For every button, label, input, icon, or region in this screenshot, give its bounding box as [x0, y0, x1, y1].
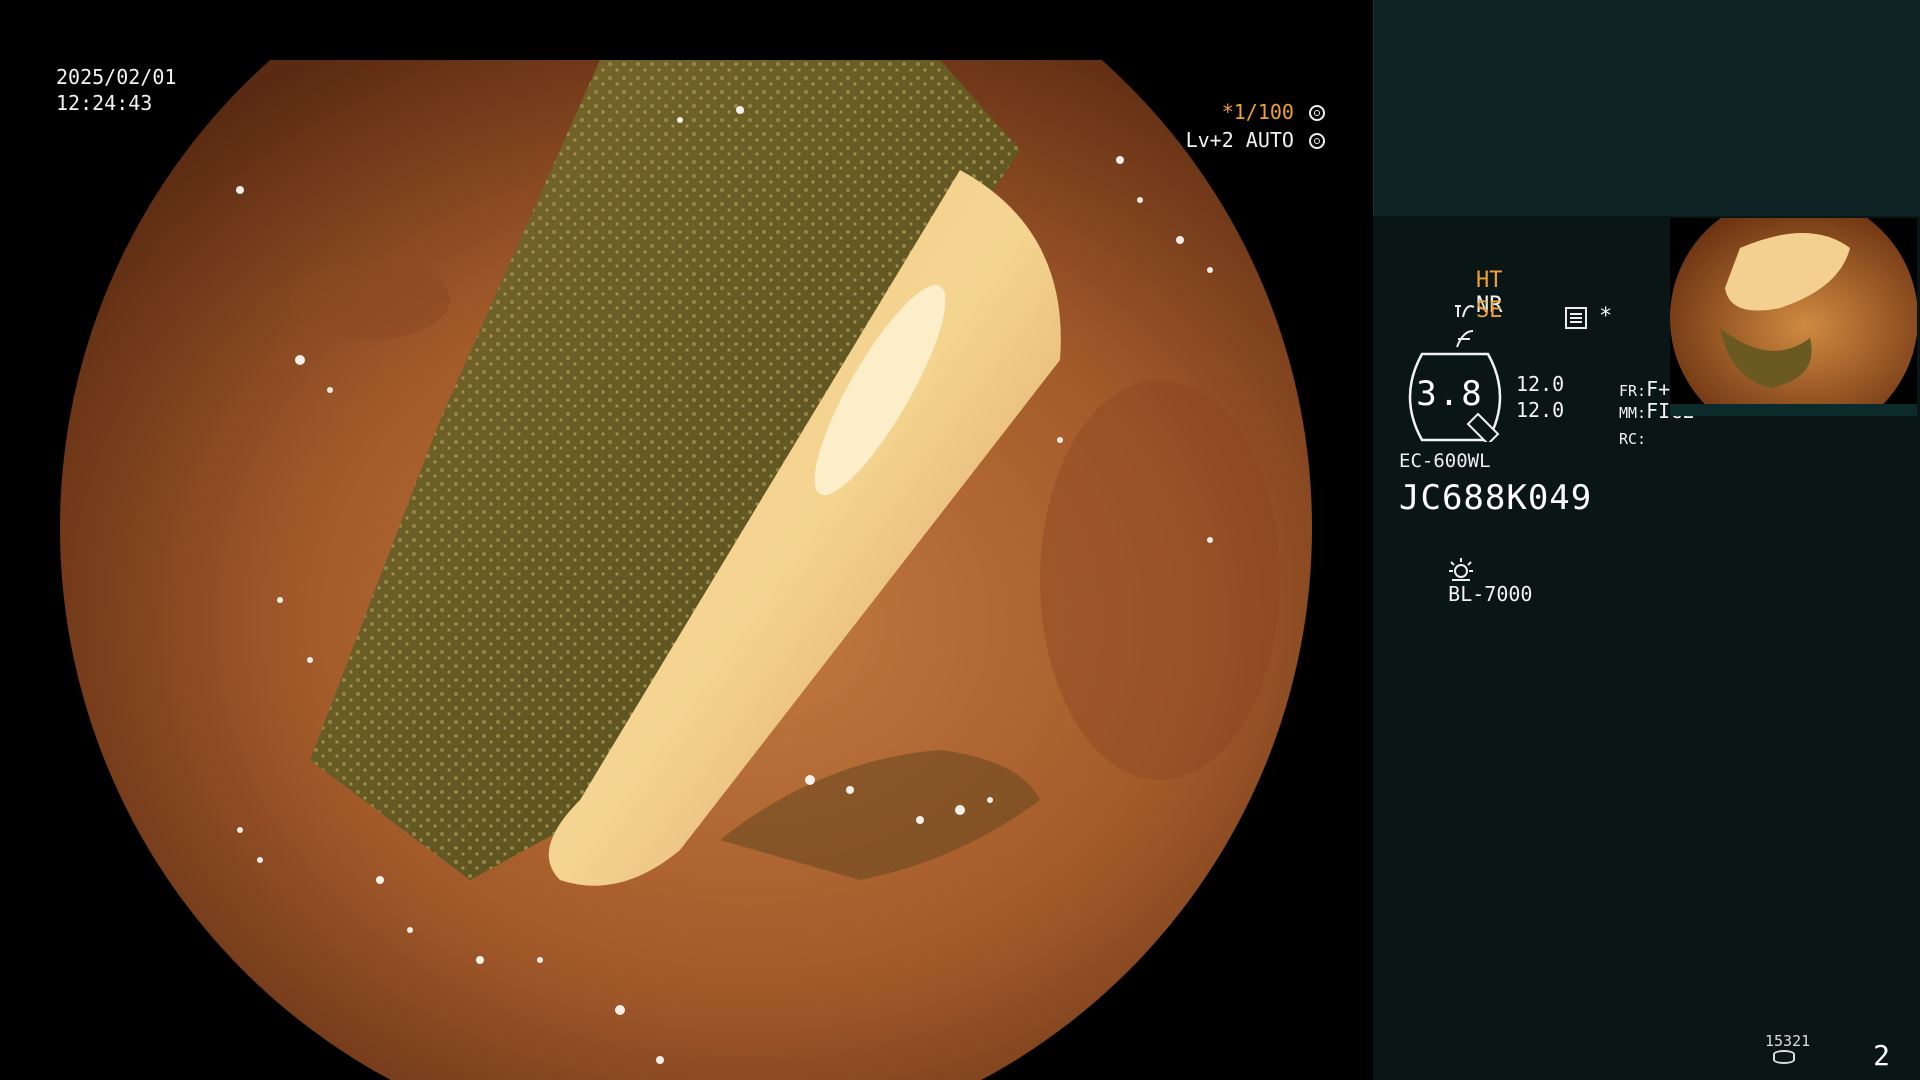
date-text: 2025/02/01: [56, 65, 177, 89]
shutter-gear-icon: [1309, 105, 1325, 121]
light-source-model: BL-7000: [1448, 582, 1533, 606]
page-number: 2: [1873, 1039, 1890, 1072]
time-text: 12:24:43: [56, 91, 153, 115]
auto-iris-icon: [1309, 133, 1325, 149]
zoom-gauge: 3.8: [1400, 352, 1512, 446]
zoom-value: 3.8: [1416, 374, 1484, 414]
endoscope-video-view: 2025/02/01 12:24:43 *1/100 Lv+2 AUTO: [0, 0, 1373, 1080]
thumbnail-status-bar: [1670, 404, 1917, 416]
light-source-icon: [1449, 558, 1474, 581]
info-panel: HT NR SE * 3.8 12.0 12.0 FR:F+T MM:FICE …: [1373, 0, 1920, 1080]
asterisk-indicator: *: [1599, 304, 1613, 329]
thumbnail-preview[interactable]: [1670, 218, 1917, 414]
scope-model: EC-600WL: [1399, 450, 1491, 472]
shutter-speed: *1/100: [1221, 100, 1294, 124]
exposure-settings: *1/100 Lv+2 AUTO: [1186, 98, 1325, 154]
storage-icon: [1773, 1050, 1795, 1064]
structure-icon: [1456, 330, 1474, 348]
endoscopic-image: [60, 60, 1312, 1080]
scope-serial: JC688K049: [1399, 478, 1593, 518]
value-1: 12.0: [1516, 372, 1565, 396]
date-time-stamp: 2025/02/01 12:24:43: [56, 64, 176, 116]
brightness-level: Lv+2 AUTO: [1185, 128, 1294, 152]
se-indicator: SE: [1475, 298, 1503, 323]
panel-header-area: [1373, 0, 1920, 216]
value-2: 12.0: [1516, 398, 1565, 422]
image-counter: 15321: [1765, 1032, 1811, 1050]
settings-list-icon: [1565, 307, 1587, 329]
rc-label: RC:: [1618, 430, 1647, 448]
